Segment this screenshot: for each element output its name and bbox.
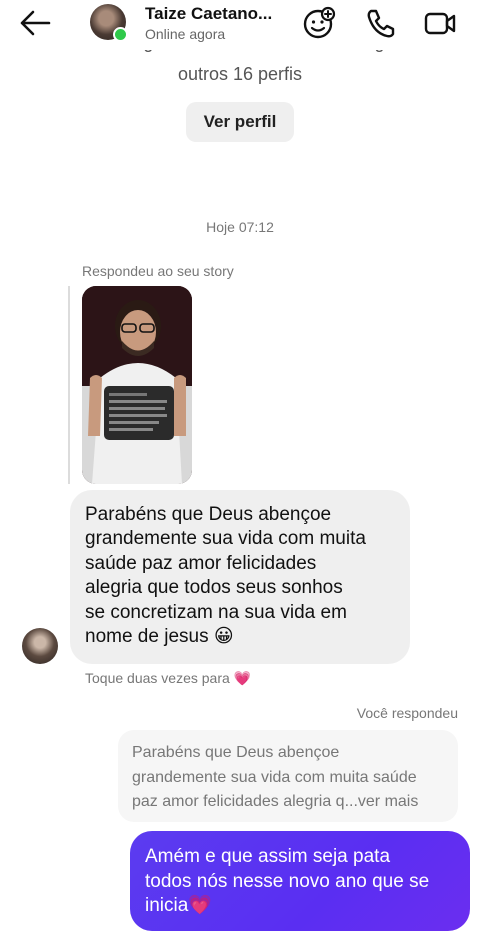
contact-avatar[interactable]	[90, 4, 128, 42]
heart-icon: 💗	[233, 670, 252, 686]
sticker-face-plus-icon[interactable]	[302, 6, 336, 40]
mutual-followers-count: outros 16 perfis	[177, 64, 303, 84]
sender-avatar[interactable]	[22, 628, 58, 664]
incoming-message-bubble[interactable]: Parabéns que Deus abençoe grandemente su…	[70, 490, 410, 664]
video-camera-icon[interactable]	[423, 6, 457, 40]
double-tap-hint: Toque duas vezes para 💗	[85, 670, 251, 687]
view-profile-button[interactable]: Ver perfil	[186, 102, 294, 142]
online-indicator	[113, 27, 128, 42]
story-photo	[82, 286, 192, 484]
story-reply-divider	[68, 286, 70, 484]
story-reply-label: Respondeu ao seu story	[82, 263, 234, 279]
contact-status: Online agora	[145, 26, 226, 42]
incoming-message-text: Parabéns que Deus abençoe grandemente su…	[85, 504, 366, 648]
outgoing-message-bubble[interactable]: Amém e que assim seja pata todos nós nes…	[130, 831, 470, 931]
story-thumbnail[interactable]	[82, 286, 192, 484]
message-timestamp: Hoje 07:12	[206, 219, 274, 235]
chat-header: Taize Caetano... Online agora	[0, 0, 480, 50]
arrow-left-icon[interactable]	[18, 8, 52, 38]
contact-name[interactable]: Taize Caetano...	[145, 4, 272, 24]
phone-icon[interactable]	[364, 6, 398, 40]
double-tap-hint-text: Toque duas vezes para	[85, 670, 230, 686]
quoted-message[interactable]: Parabéns que Deus abençoe grandemente su…	[118, 730, 458, 822]
you-replied-label: Você respondeu	[356, 705, 458, 721]
